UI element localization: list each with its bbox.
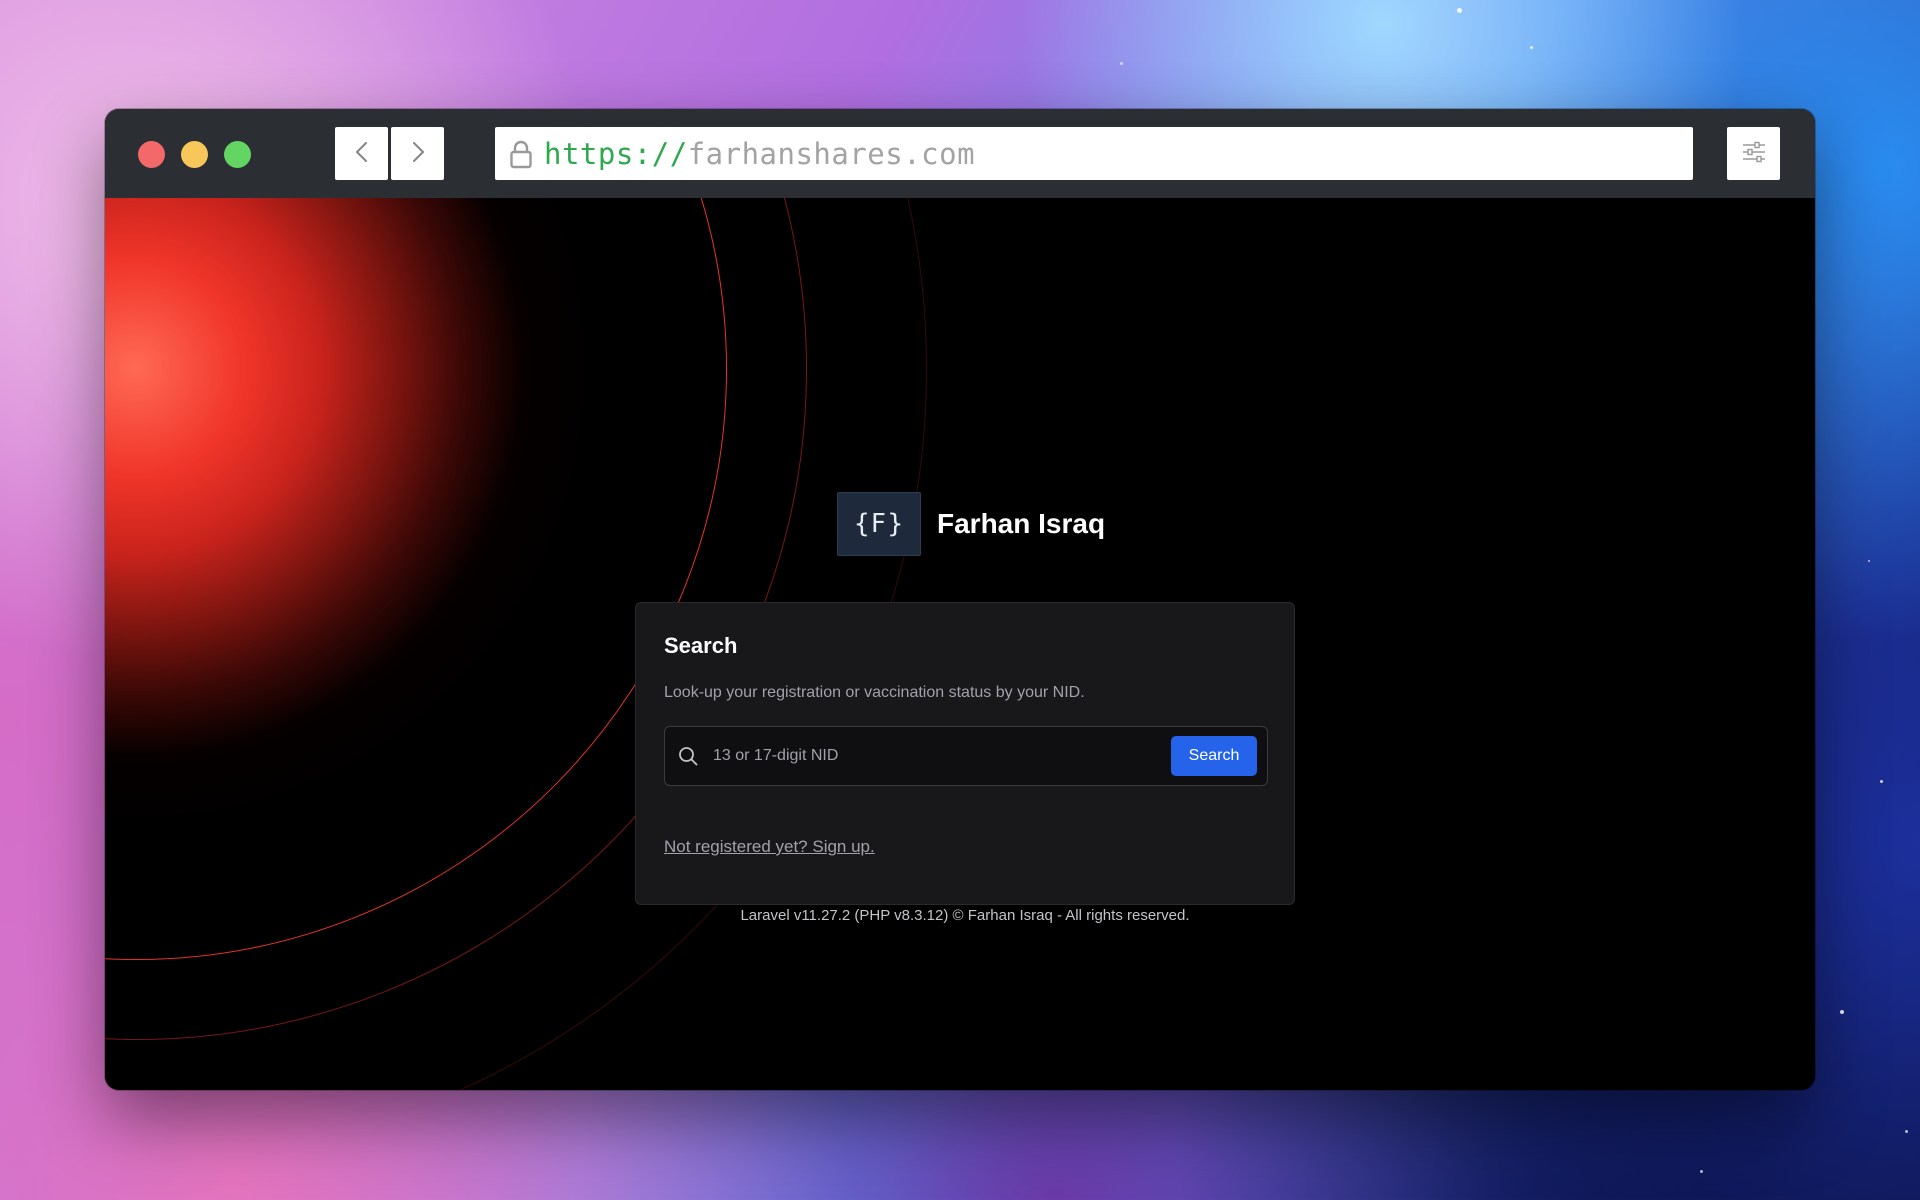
back-button[interactable] (335, 127, 388, 180)
url-host: farhanshares.com (687, 136, 976, 171)
search-button[interactable]: Search (1171, 736, 1257, 776)
star (1700, 1170, 1703, 1173)
brand-header: {F} Farhan Israq (837, 492, 1105, 556)
back-arrow-icon (353, 141, 371, 167)
signup-link[interactable]: Not registered yet? Sign up. (664, 837, 875, 857)
close-window-button[interactable] (138, 141, 165, 168)
brand-name: Farhan Israq (937, 508, 1106, 539)
lock-icon (508, 139, 534, 169)
desktop-background: https://farhanshares.com {F} Farhan Isra… (0, 0, 1920, 1200)
star (1120, 62, 1123, 65)
forward-button[interactable] (391, 127, 444, 180)
search-card: Search Look-up your registration or vacc… (635, 602, 1295, 905)
footer-text: Laravel v11.27.2 (PHP v8.3.12) © Farhan … (740, 907, 1190, 924)
star (1905, 1130, 1908, 1133)
browser-window: https://farhanshares.com {F} Farhan Isra… (105, 109, 1815, 1090)
browser-toolbar: https://farhanshares.com (105, 109, 1815, 198)
search-field-group: Search (664, 726, 1268, 786)
star (1530, 46, 1533, 49)
brand-logo: {F} (837, 492, 921, 556)
star (1457, 8, 1462, 13)
sliders-icon (1742, 141, 1766, 167)
url-text[interactable]: https://farhanshares.com (544, 137, 975, 171)
star (1868, 560, 1870, 562)
maximize-window-button[interactable] (224, 141, 251, 168)
forward-arrow-icon (409, 141, 427, 167)
url-scheme: https:// (544, 136, 688, 171)
nid-search-input[interactable] (711, 735, 1171, 777)
card-title: Search (664, 633, 738, 658)
star (1880, 780, 1883, 783)
card-description: Look-up your registration or vaccination… (664, 684, 1085, 701)
browser-menu-button[interactable] (1727, 127, 1780, 180)
page-content: {F} Farhan Israq Search Look-up your reg… (105, 198, 1815, 1090)
star (1840, 1010, 1844, 1014)
address-bar[interactable]: https://farhanshares.com (495, 127, 1693, 180)
minimize-window-button[interactable] (181, 141, 208, 168)
search-icon (677, 745, 699, 767)
